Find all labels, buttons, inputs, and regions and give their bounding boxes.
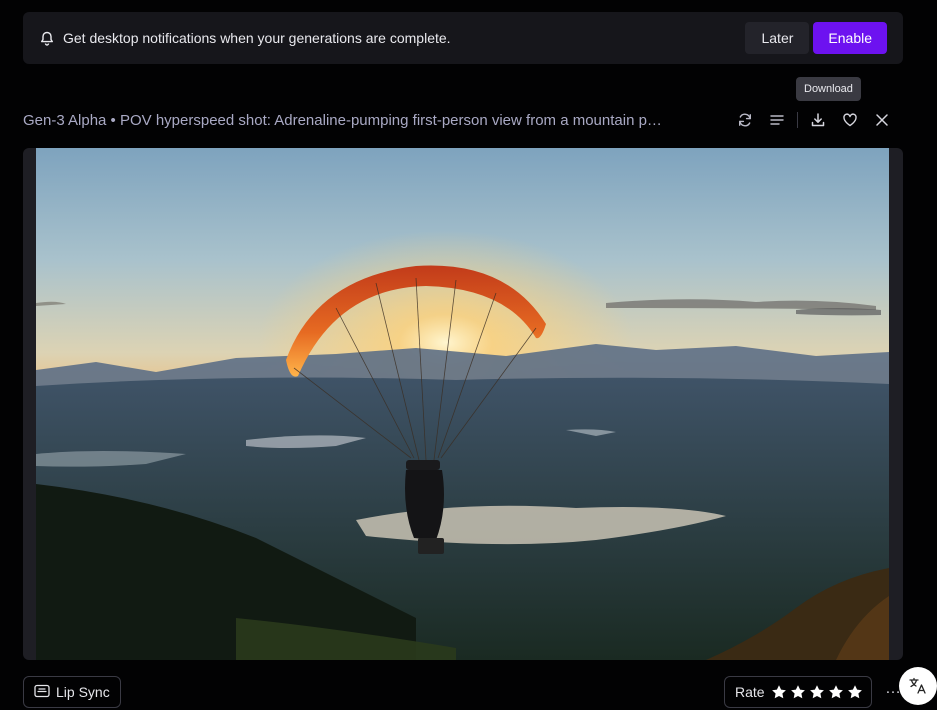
- enable-button[interactable]: Enable: [813, 22, 887, 54]
- later-button[interactable]: Later: [745, 22, 810, 54]
- star-icon-1[interactable]: [771, 684, 787, 700]
- notification-message: Get desktop notifications when your gene…: [63, 30, 451, 46]
- actions-divider: [797, 112, 798, 128]
- close-icon[interactable]: [870, 108, 894, 132]
- video-preview[interactable]: [23, 148, 903, 660]
- star-icon-3[interactable]: [809, 684, 825, 700]
- rating-control: Rate: [724, 676, 872, 708]
- star-icon-5[interactable]: [847, 684, 863, 700]
- generation-header: Gen-3 Alpha • POV hyperspeed shot: Adren…: [23, 108, 903, 132]
- details-icon[interactable]: [765, 108, 789, 132]
- lip-sync-label: Lip Sync: [56, 684, 110, 700]
- lip-sync-icon: [34, 684, 50, 701]
- rate-label: Rate: [735, 684, 765, 700]
- star-icon-4[interactable]: [828, 684, 844, 700]
- download-tooltip: Download: [796, 77, 861, 101]
- heart-icon[interactable]: [838, 108, 862, 132]
- star-rating: [771, 684, 863, 700]
- generation-title: Gen-3 Alpha • POV hyperspeed shot: Adren…: [23, 111, 662, 129]
- download-icon[interactable]: [806, 108, 830, 132]
- notification-banner: Get desktop notifications when your gene…: [23, 12, 903, 64]
- paraglider-sunset-image: [36, 148, 889, 660]
- bell-icon: [39, 30, 55, 46]
- lip-sync-button[interactable]: Lip Sync: [23, 676, 121, 708]
- star-icon-2[interactable]: [790, 684, 806, 700]
- refresh-icon[interactable]: [733, 108, 757, 132]
- generation-actions: [733, 108, 894, 132]
- translate-icon[interactable]: [899, 667, 937, 705]
